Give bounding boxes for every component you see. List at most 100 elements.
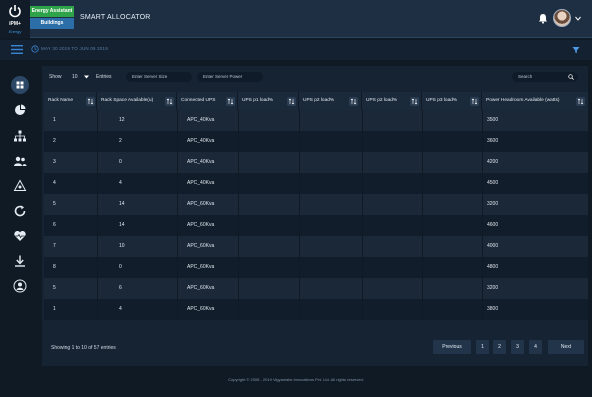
cell-power-headroom: 3800 <box>487 306 499 312</box>
caret-down-icon[interactable] <box>84 75 89 79</box>
app-logo[interactable]: iPM+ Energy <box>0 0 30 38</box>
cell-connected-ups: APC_60Kva <box>187 306 215 312</box>
previous-button[interactable]: Previous <box>433 340 471 354</box>
cell-power-headroom: 4600 <box>487 222 499 228</box>
cell-rack-name: 4 <box>53 180 56 186</box>
page-button-4[interactable]: 4 <box>529 340 542 354</box>
cell-rack-space: 0 <box>119 159 122 165</box>
refresh-icon[interactable] <box>13 204 27 218</box>
table-row[interactable]: 5 14 APC_60Kva 3200 <box>44 194 588 215</box>
column-divider <box>362 110 363 320</box>
cell-connected-ups: APC_60Kva <box>187 285 215 291</box>
table-row[interactable]: 5 6 APC_60Kva 3200 <box>44 278 588 299</box>
column-divider <box>299 110 300 320</box>
search-icon[interactable] <box>568 74 574 80</box>
cell-rack-name: 6 <box>53 222 56 228</box>
column-divider <box>482 110 483 320</box>
cell-power-headroom: 3200 <box>487 285 499 291</box>
cell-rack-name: 5 <box>53 285 56 291</box>
entries-label: Entries <box>96 74 112 80</box>
energy-assistant-tag[interactable]: Energy Assistant <box>30 6 74 17</box>
table-row[interactable]: 3 0 APC_40Kva 4200 <box>44 152 588 173</box>
cell-connected-ups: APC_60Kva <box>187 201 215 207</box>
server-size-input[interactable]: Enter Server Size <box>126 72 192 82</box>
user-profile-icon[interactable] <box>13 279 27 293</box>
cell-rack-space: 14 <box>119 201 125 207</box>
column-divider <box>238 110 239 320</box>
cell-rack-space: 0 <box>119 264 122 270</box>
cell-rack-name: 7 <box>53 243 56 249</box>
cell-connected-ups: APC_40Kva <box>187 117 215 123</box>
table-row[interactable]: 1 12 APC_40Kva 3500 <box>44 110 588 131</box>
page-button-3[interactable]: 3 <box>511 340 524 354</box>
cell-connected-ups: APC_40Kva <box>187 138 215 144</box>
pie-chart-icon[interactable] <box>13 103 27 117</box>
cell-rack-name: 8 <box>53 264 56 270</box>
users-icon[interactable] <box>13 154 27 168</box>
sort-icon[interactable] <box>349 97 358 106</box>
table-row[interactable]: 2 2 APC_40Kva 3600 <box>44 131 588 152</box>
server-power-input[interactable]: Enter Server Power <box>197 72 263 82</box>
cell-power-headroom: 4000 <box>487 243 499 249</box>
date-range-text: MAY 30 2019 TO JUN 05 2019 <box>41 46 108 51</box>
cell-connected-ups: APC_40Kva <box>187 180 215 186</box>
cell-power-headroom: 3600 <box>487 138 499 144</box>
cell-power-headroom: 4800 <box>487 264 499 270</box>
avatar[interactable] <box>553 9 571 27</box>
sort-icon[interactable] <box>226 97 235 106</box>
sort-icon[interactable] <box>86 97 95 106</box>
chevron-down-icon[interactable] <box>575 16 581 21</box>
cell-rack-space: 12 <box>119 117 125 123</box>
next-button[interactable]: Next <box>548 340 584 354</box>
table-row[interactable]: 4 4 APC_40Kva 4500 <box>44 173 588 194</box>
bell-icon[interactable] <box>538 13 548 24</box>
cell-rack-space: 4 <box>119 306 122 312</box>
table-row[interactable]: 6 14 APC_60Kva 4600 <box>44 215 588 236</box>
cell-power-headroom: 4200 <box>487 159 499 165</box>
cell-power-headroom: 3500 <box>487 117 499 123</box>
page-title: SMART ALLOCATOR <box>80 14 151 21</box>
cell-power-headroom: 3200 <box>487 201 499 207</box>
cell-rack-space: 2 <box>119 138 122 144</box>
download-icon[interactable] <box>13 254 27 268</box>
show-label: Show <box>49 74 62 80</box>
network-icon[interactable] <box>13 179 27 193</box>
cell-rack-space: 6 <box>119 285 122 291</box>
cell-rack-space: 4 <box>119 180 122 186</box>
table-row[interactable]: 8 0 APC_60Kva 4800 <box>44 257 588 278</box>
cell-connected-ups: APC_40Kva <box>187 159 215 165</box>
cell-rack-space: 10 <box>119 243 125 249</box>
pagination-info: Showing 1 to 10 of 57 entries <box>51 345 116 351</box>
entries-select[interactable]: 10 <box>72 74 78 80</box>
cell-connected-ups: APC_60Kva <box>187 264 215 270</box>
page-button-2[interactable]: 2 <box>493 340 506 354</box>
menu-icon[interactable] <box>11 45 23 54</box>
cell-rack-name: 5 <box>53 201 56 207</box>
cell-rack-space: 14 <box>119 222 125 228</box>
sidebar-item-dashboard[interactable] <box>11 76 29 94</box>
cell-power-headroom: 4500 <box>487 180 499 186</box>
sort-icon[interactable] <box>410 97 419 106</box>
table-row[interactable]: 1 4 APC_60Kva 3800 <box>44 299 588 320</box>
heart-icon[interactable] <box>13 229 27 243</box>
column-divider <box>177 110 178 320</box>
sort-icon[interactable] <box>576 97 585 106</box>
cell-rack-name: 1 <box>53 117 56 123</box>
cell-rack-name: 2 <box>53 138 56 144</box>
column-divider <box>422 110 423 320</box>
column-divider <box>97 110 98 320</box>
brand-subtitle: Energy <box>8 29 22 34</box>
sort-icon[interactable] <box>470 97 479 106</box>
hierarchy-icon[interactable] <box>13 129 27 143</box>
table-row[interactable]: 7 10 APC_60Kva 4000 <box>44 236 588 257</box>
filter-icon[interactable] <box>572 46 580 54</box>
clock-icon <box>31 45 39 53</box>
cell-connected-ups: APC_60Kva <box>187 243 215 249</box>
sort-icon[interactable] <box>165 97 174 106</box>
buildings-tag[interactable]: Buildings <box>30 18 74 29</box>
cell-rack-name: 1 <box>53 306 56 312</box>
sort-icon[interactable] <box>287 97 296 106</box>
brand-name: iPM+ <box>9 21 21 27</box>
page-button-1[interactable]: 1 <box>476 340 489 354</box>
column-header-power-headroom[interactable]: Power Headroom Available (watts) <box>482 92 588 110</box>
